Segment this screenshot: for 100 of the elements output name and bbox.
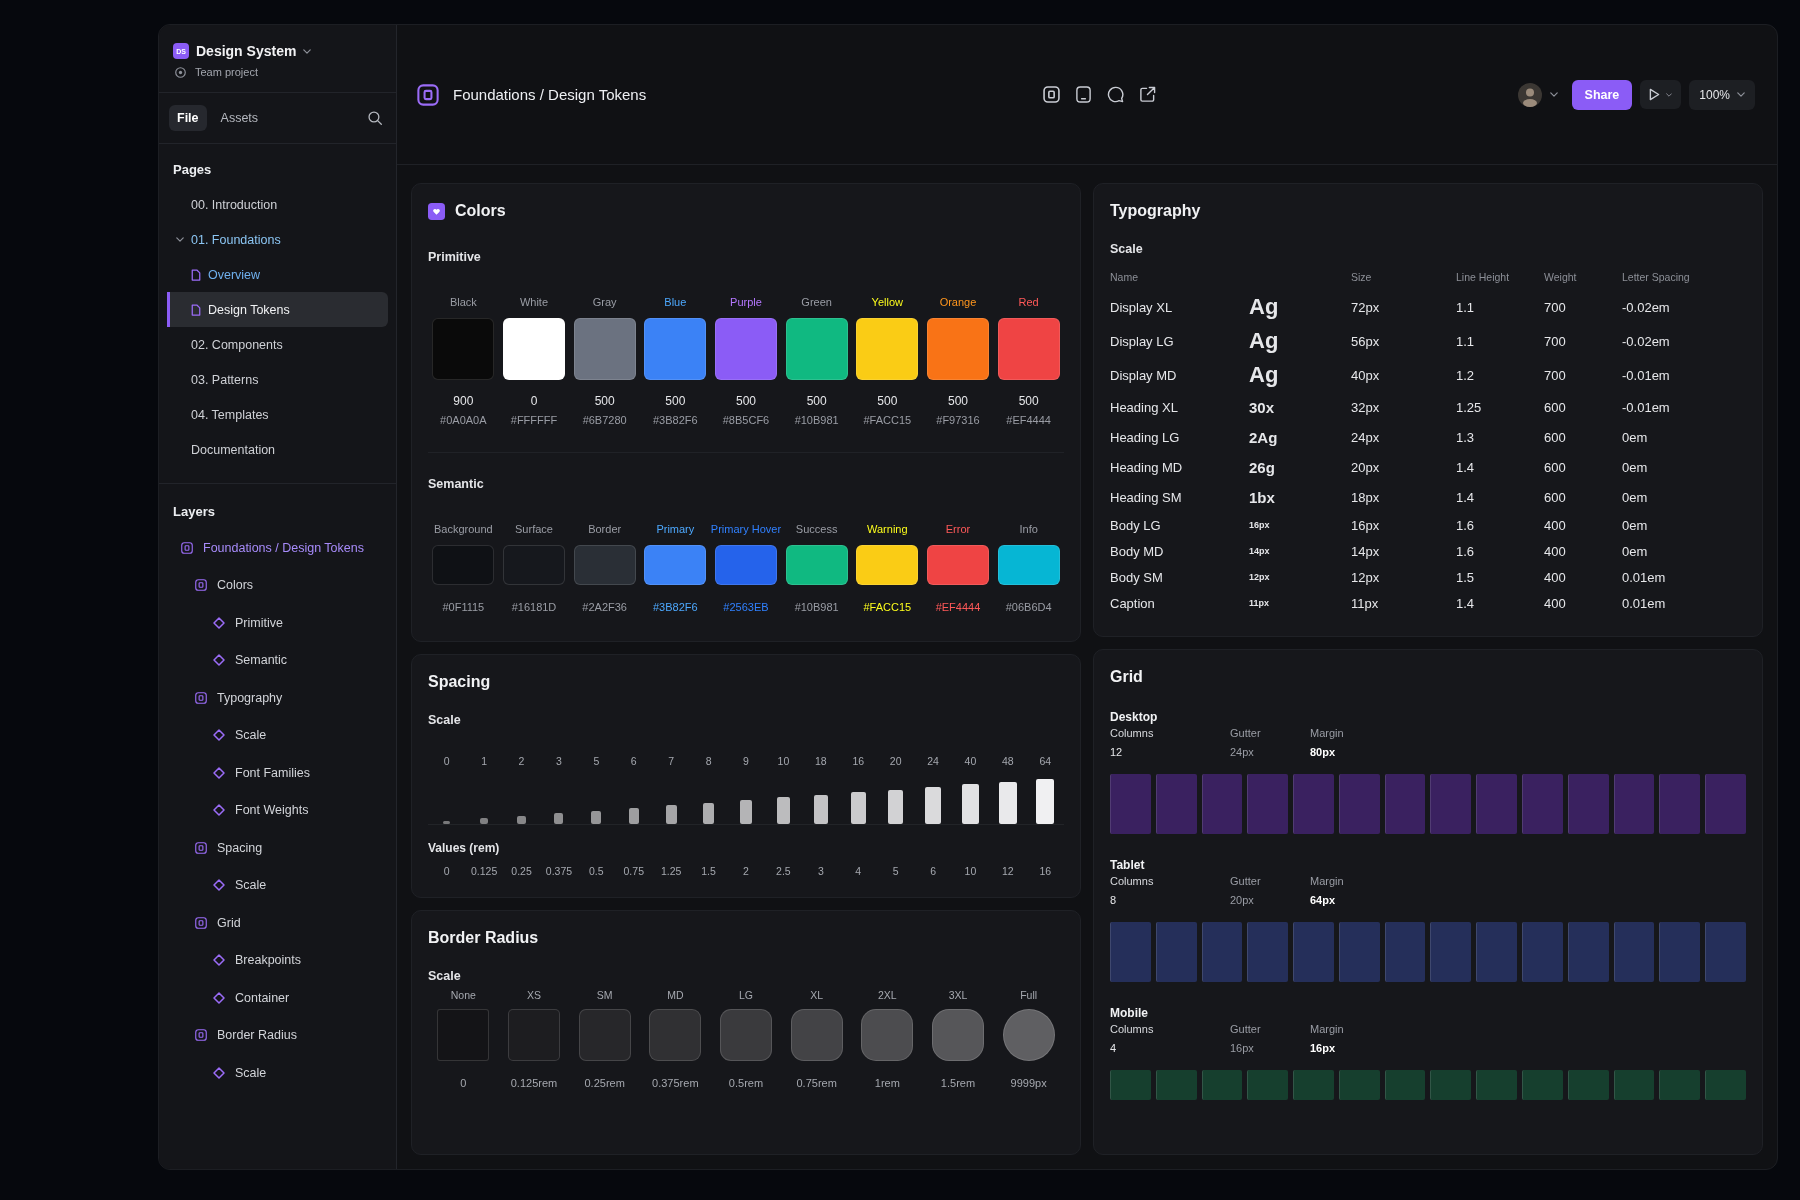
spacing-bar — [850, 792, 866, 824]
page-item[interactable]: 01. Foundations — [167, 222, 388, 257]
shade-label: 500 — [735, 394, 756, 408]
meta-value: 8 — [1110, 894, 1118, 906]
diamond-icon — [213, 729, 225, 742]
spacing-bar — [554, 813, 564, 824]
spacing-token: 16 — [851, 755, 866, 769]
avatar-icon[interactable] — [1517, 82, 1542, 107]
table-cell-text: 24px — [1351, 428, 1381, 447]
hex-code: #16181D — [511, 601, 557, 613]
page-item[interactable]: Documentation — [167, 432, 388, 467]
layer-item[interactable]: Font Families — [159, 754, 396, 792]
panel-title: Grid — [1110, 668, 1144, 686]
table-cell-text: 400 — [1544, 594, 1567, 613]
layer-item[interactable]: Font Weights — [159, 791, 396, 829]
page-item[interactable]: 03. Patterns — [167, 362, 388, 397]
shade-label: 900 — [453, 394, 474, 408]
tab[interactable]: Assets — [212, 105, 267, 131]
color-name: Black — [449, 296, 477, 308]
page-item[interactable]: 00. Introduction — [167, 187, 388, 222]
layer-item[interactable]: Grid — [159, 904, 396, 942]
hex-code: #EF4444 — [935, 601, 981, 613]
layer-item[interactable]: Container — [159, 979, 396, 1017]
layer-item[interactable]: Typography — [159, 679, 396, 717]
column-header: Weight — [1544, 270, 1578, 285]
spacing-value: 3 — [816, 865, 825, 877]
table-cell-text: 1.4 — [1456, 594, 1476, 613]
page-icon — [191, 303, 201, 316]
table-cell-text: 1.1 — [1456, 298, 1476, 317]
radius-name: 2XL — [877, 989, 897, 1001]
zoom-dropdown[interactable]: 100% — [1689, 79, 1755, 110]
spacing-value: 2.5 — [775, 865, 792, 877]
caret-icon[interactable] — [176, 237, 184, 242]
layer-item[interactable]: Scale — [159, 716, 396, 754]
spacing-bar — [665, 805, 677, 824]
layer-item[interactable]: Scale — [159, 866, 396, 904]
share-button[interactable]: Share — [1571, 79, 1633, 110]
device-icon[interactable] — [1075, 86, 1092, 103]
section-heading: Semantic — [428, 477, 485, 491]
radius-name: Full — [1020, 989, 1038, 1001]
hex-code: #0F1115 — [442, 601, 485, 613]
panel-title: Border Radius — [428, 929, 540, 947]
frame-icon — [195, 1029, 207, 1042]
radius-sample — [720, 1009, 772, 1061]
layer-item[interactable]: Colors — [159, 566, 396, 604]
page-item[interactable]: 02. Components — [167, 327, 388, 362]
table-cell-text: 12px — [1351, 568, 1381, 587]
layer-item[interactable]: Border Radius — [159, 1016, 396, 1054]
spacing-value: 0 — [442, 865, 451, 877]
spacing-token: 6 — [629, 755, 638, 769]
caret-icon[interactable] — [303, 48, 312, 54]
chat-bubble-icon[interactable] — [1107, 86, 1124, 103]
type-sample: 1bx — [1249, 487, 1276, 508]
radius-sample — [649, 1009, 702, 1061]
page-item[interactable]: Overview — [167, 257, 388, 292]
layer-item[interactable]: Foundations / Design Tokens — [159, 529, 396, 567]
section-heading: Pages — [172, 162, 213, 179]
tab[interactable]: File — [169, 105, 207, 131]
token-name: Body MD — [1110, 542, 1165, 561]
export-icon[interactable] — [1139, 86, 1156, 103]
layer-item[interactable]: Breakpoints — [159, 941, 396, 979]
caret-icon[interactable] — [1549, 92, 1558, 97]
spacing-token: 20 — [888, 755, 903, 769]
meta-value: 20px — [1230, 894, 1255, 906]
table-cell-text: 56px — [1351, 332, 1381, 351]
play-button[interactable] — [1640, 80, 1682, 109]
type-sample: 2Ag — [1249, 427, 1279, 448]
token-name: Display XL — [1110, 298, 1174, 317]
radius-sample — [790, 1009, 843, 1061]
breadcrumb: Foundations / Design Tokens — [453, 86, 647, 103]
radius-value: 1.5rem — [940, 1077, 976, 1089]
diamond-icon — [213, 954, 225, 967]
layer-item[interactable]: Scale — [159, 1054, 396, 1092]
token-name: Heading MD — [1110, 458, 1184, 477]
search-icon[interactable] — [368, 111, 382, 125]
project-name[interactable]: Design System — [196, 43, 297, 59]
token-name: Body LG — [1110, 516, 1162, 535]
layer-item[interactable]: Semantic — [159, 641, 396, 679]
radius-sample — [1002, 1009, 1055, 1061]
spacing-bar — [702, 802, 715, 824]
radius-name: MD — [667, 989, 684, 1001]
type-sample: 11px — [1249, 597, 1271, 610]
layer-item[interactable]: Spacing — [159, 829, 396, 867]
page-item[interactable]: 04. Templates — [167, 397, 388, 432]
hex-code: #2A2F36 — [582, 601, 627, 613]
hex-code: #10B981 — [794, 414, 839, 426]
color-name: Purple — [730, 296, 762, 308]
page-item[interactable]: Design Tokens — [167, 292, 388, 327]
color-name: Border — [588, 523, 622, 535]
table-cell-text: 16px — [1351, 516, 1381, 535]
layer-item[interactable]: Primitive — [159, 604, 396, 642]
color-name: Blue — [664, 296, 687, 308]
color-name: Yellow — [871, 296, 903, 308]
spacing-token: 24 — [926, 755, 940, 769]
caret-icon — [1737, 92, 1745, 97]
meta-label: Margin — [1310, 727, 1345, 739]
frame-icon[interactable] — [1043, 86, 1060, 103]
column-header: Name — [1110, 270, 1139, 285]
radius-value: 0.5rem — [728, 1077, 764, 1089]
table-cell-text: 400 — [1544, 516, 1567, 535]
